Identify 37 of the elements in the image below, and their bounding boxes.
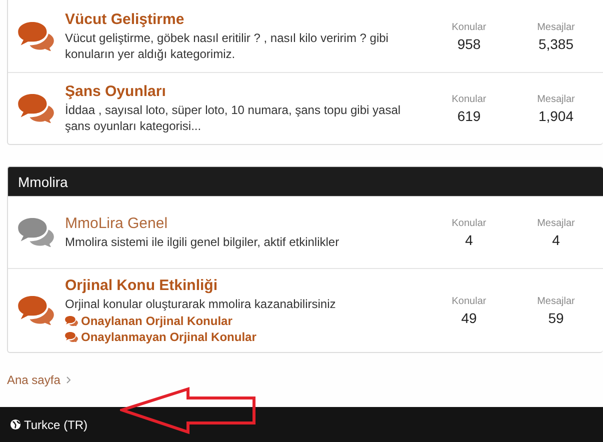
stat-label: Konular bbox=[452, 218, 486, 228]
stat-value: 59 bbox=[548, 310, 564, 326]
forum-description: Mmolira sistemi ile ilgili genel bilgiler, aktif etkinlikler bbox=[65, 234, 340, 250]
forum-title[interactable]: Şans Oyunları bbox=[65, 83, 166, 100]
subforum-link[interactable]: Onaylanmayan Orjinal Konular bbox=[65, 330, 256, 344]
stat-label: Mesajlar bbox=[537, 218, 575, 228]
stat-label: Mesajlar bbox=[537, 22, 575, 32]
forum-description: İddaa , sayısal loto, süper loto, 10 numara, şans topu gibi yasal şans oyunları kategorisi... bbox=[65, 102, 402, 134]
chat-bubbles-icon bbox=[18, 22, 54, 52]
stat-label: Konular bbox=[452, 22, 486, 32]
stat-label: Konular bbox=[452, 296, 486, 306]
stat-value: 5,385 bbox=[538, 36, 574, 52]
forum-description: Orjinal konular oluşturarak mmolira kazanabilirsiniz bbox=[65, 296, 336, 312]
stat-value: 4 bbox=[465, 232, 473, 248]
stat-value: 619 bbox=[457, 108, 481, 124]
stat-label: Mesajlar bbox=[537, 94, 575, 104]
stat-value: 958 bbox=[457, 36, 481, 52]
chat-bubbles-icon bbox=[65, 332, 78, 342]
forum-title[interactable]: Orjinal Konu Etkinliği bbox=[65, 277, 218, 294]
forum-description: Vücut geliştirme, göbek nasıl eritilir ? , nasıl kilo veririm ? gibi konuların yer aldığı kategorimiz. bbox=[65, 30, 390, 62]
subforum-link[interactable]: Onaylanan Orjinal Konular bbox=[65, 314, 232, 328]
breadcrumb-link[interactable]: Ana sayfa bbox=[7, 373, 60, 387]
category-header[interactable]: Mmolira bbox=[8, 167, 603, 196]
globe-icon bbox=[10, 419, 21, 430]
language-link[interactable]: Turkce (TR) bbox=[10, 418, 88, 432]
forum-title[interactable]: MmoLira Genel bbox=[65, 215, 168, 232]
chat-bubbles-icon bbox=[18, 94, 54, 124]
stat-value: 4 bbox=[552, 232, 560, 248]
forum-title[interactable]: Vücut Geliştirme bbox=[65, 11, 184, 28]
chat-bubbles-icon bbox=[65, 316, 78, 326]
stat-value: 1,904 bbox=[538, 108, 574, 124]
stat-value: 49 bbox=[461, 310, 477, 326]
stat-label: Konular bbox=[452, 94, 486, 104]
chevron-right-icon bbox=[66, 376, 72, 384]
chat-bubbles-icon bbox=[18, 218, 54, 248]
chat-bubbles-icon bbox=[18, 296, 54, 326]
stat-label: Mesajlar bbox=[537, 296, 575, 306]
